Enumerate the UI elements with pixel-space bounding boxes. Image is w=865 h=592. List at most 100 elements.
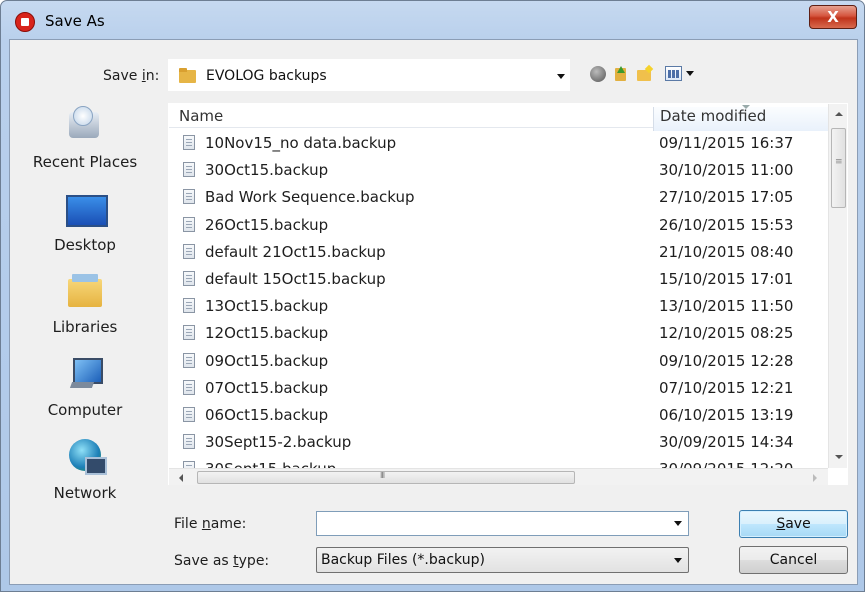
file-date-modified: 27/10/2015 17:05 [659, 188, 794, 207]
file-row[interactable]: default 15Oct15.backup 15/10/2015 17:01 [169, 265, 828, 292]
file-date-modified: 12/10/2015 08:25 [659, 324, 794, 343]
file-row[interactable]: 06Oct15.backup 06/10/2015 13:19 [169, 401, 828, 428]
file-date-modified: 06/10/2015 13:19 [659, 405, 794, 424]
place-computer[interactable]: Computer [10, 354, 160, 419]
file-icon [183, 325, 195, 341]
file-icon [183, 379, 195, 395]
column-header-date-modified[interactable]: Date modified [653, 105, 828, 131]
vertical-scroll-thumb[interactable] [831, 128, 846, 208]
place-label: Desktop [54, 236, 116, 254]
file-date-modified: 15/10/2015 17:01 [659, 269, 794, 288]
file-row[interactable]: 10Nov15_no data.backup 09/11/2015 16:37 [169, 129, 828, 156]
chevron-down-icon [674, 558, 682, 563]
cancel-button[interactable]: Cancel [739, 546, 848, 574]
file-name-input[interactable] [316, 511, 689, 536]
scroll-down-icon[interactable] [835, 455, 843, 459]
file-name: 26Oct15.backup [205, 215, 329, 234]
back-icon[interactable] [590, 66, 606, 82]
file-date-modified: 30/09/2015 12:20 [659, 460, 793, 468]
column-header-name[interactable]: Name [179, 107, 223, 125]
file-icon [183, 189, 195, 205]
file-name: 30Sept15.backup [205, 460, 336, 468]
file-date-modified: 26/10/2015 15:53 [659, 215, 794, 234]
file-name: 07Oct15.backup [205, 378, 329, 397]
file-row[interactable]: 30Sept15-2.backup 30/09/2015 14:34 [169, 428, 828, 455]
computer-icon [63, 354, 107, 394]
file-name: 30Sept15-2.backup [205, 433, 352, 452]
file-row[interactable]: 07Oct15.backup 07/10/2015 12:21 [169, 374, 828, 401]
file-row[interactable]: 13Oct15.backup 13/10/2015 11:50 [169, 292, 828, 319]
file-row[interactable]: 09Oct15.backup 09/10/2015 12:28 [169, 347, 828, 374]
file-icon [183, 406, 195, 422]
file-name: 06Oct15.backup [205, 405, 329, 424]
chevron-down-icon [557, 74, 565, 79]
horizontal-scroll-thumb[interactable] [197, 471, 575, 484]
file-name: Bad Work Sequence.backup [205, 188, 415, 207]
file-row[interactable]: 26Oct15.backup 26/10/2015 15:53 [169, 211, 828, 238]
place-desktop[interactable]: Desktop [10, 189, 160, 254]
file-rows: 10Nov15_no data.backup 09/11/2015 16:37 30… [169, 129, 828, 468]
file-icon [183, 162, 195, 178]
file-icon [183, 434, 195, 450]
file-date-modified: 30/09/2015 14:34 [659, 433, 794, 452]
up-folder-icon[interactable] [612, 66, 628, 82]
scroll-left-icon[interactable] [179, 474, 183, 482]
place-label: Recent Places [32, 153, 138, 171]
title-bar[interactable]: Save As X [1, 1, 864, 39]
file-name: 12Oct15.backup [205, 324, 329, 343]
file-list[interactable]: Name Date modified 10Nov15_no data.backu… [168, 103, 848, 485]
file-icon [183, 461, 195, 468]
file-row[interactable]: 30Sept15.backup 30/09/2015 12:20 [169, 455, 828, 468]
network-icon [63, 437, 107, 477]
file-row[interactable]: 12Oct15.backup 12/10/2015 08:25 [169, 319, 828, 346]
file-icon [183, 298, 195, 314]
vertical-scrollbar[interactable] [828, 104, 847, 468]
save-in-value: EVOLOG backups [206, 68, 327, 84]
recent-places-icon [63, 106, 107, 146]
view-menu-chevron-icon[interactable] [686, 71, 694, 76]
save-in-dropdown[interactable]: EVOLOG backups [168, 59, 570, 91]
file-date-modified: 21/10/2015 08:40 [659, 242, 794, 261]
scroll-right-icon[interactable] [813, 474, 817, 482]
scroll-up-icon[interactable] [835, 112, 843, 116]
sort-caret-icon [742, 105, 750, 109]
place-libraries[interactable]: Libraries [10, 271, 160, 336]
place-label: Computer [47, 401, 123, 419]
file-icon [183, 216, 195, 232]
file-name: 10Nov15_no data.backup [205, 134, 397, 152]
file-icon [183, 243, 195, 259]
file-name-label: File name: [174, 516, 247, 532]
file-row[interactable]: default 21Oct15.backup 21/10/2015 08:40 [169, 238, 828, 265]
view-menu-icon[interactable] [665, 66, 682, 81]
place-network[interactable]: Network [10, 437, 160, 502]
file-row[interactable]: Bad Work Sequence.backup 27/10/2015 17:05 [169, 183, 828, 210]
save-in-label: Save in: [103, 68, 160, 84]
window-title: Save As [45, 12, 105, 30]
file-date-modified: 07/10/2015 12:21 [659, 378, 794, 397]
file-list-header: Name Date modified [169, 104, 828, 131]
close-button[interactable]: X [809, 5, 857, 29]
dialog-body: Save in: EVOLOG backups Recent Places De… [9, 39, 858, 585]
save-as-dialog: Save As X Save in: EVOLOG backups Recent… [0, 0, 865, 592]
file-date-modified: 09/10/2015 12:28 [659, 351, 794, 370]
file-icon [183, 352, 195, 368]
file-row[interactable]: 30Oct15.backup 30/10/2015 11:00 [169, 156, 828, 183]
folder-icon [179, 68, 196, 83]
column-header-date-label: Date modified [660, 107, 767, 125]
save-button[interactable]: Save [739, 510, 848, 538]
desktop-icon [63, 189, 108, 229]
file-name: 13Oct15.backup [205, 297, 329, 316]
file-name: 09Oct15.backup [205, 351, 329, 370]
file-icon [183, 270, 195, 286]
place-recent-places[interactable]: Recent Places [10, 106, 160, 171]
place-label: Network [53, 484, 117, 502]
app-icon [15, 12, 35, 32]
save-as-type-dropdown[interactable]: Backup Files (*.backup) [316, 547, 689, 573]
save-as-type-label: Save as type: [174, 553, 270, 569]
places-bar: Recent Places Desktop Libraries Computer… [10, 98, 160, 518]
new-folder-icon[interactable] [636, 66, 652, 82]
file-name: default 21Oct15.backup [205, 242, 386, 261]
chevron-down-icon[interactable] [674, 521, 682, 526]
file-date-modified: 09/11/2015 16:37 [659, 134, 794, 152]
horizontal-scrollbar[interactable] [169, 468, 828, 485]
